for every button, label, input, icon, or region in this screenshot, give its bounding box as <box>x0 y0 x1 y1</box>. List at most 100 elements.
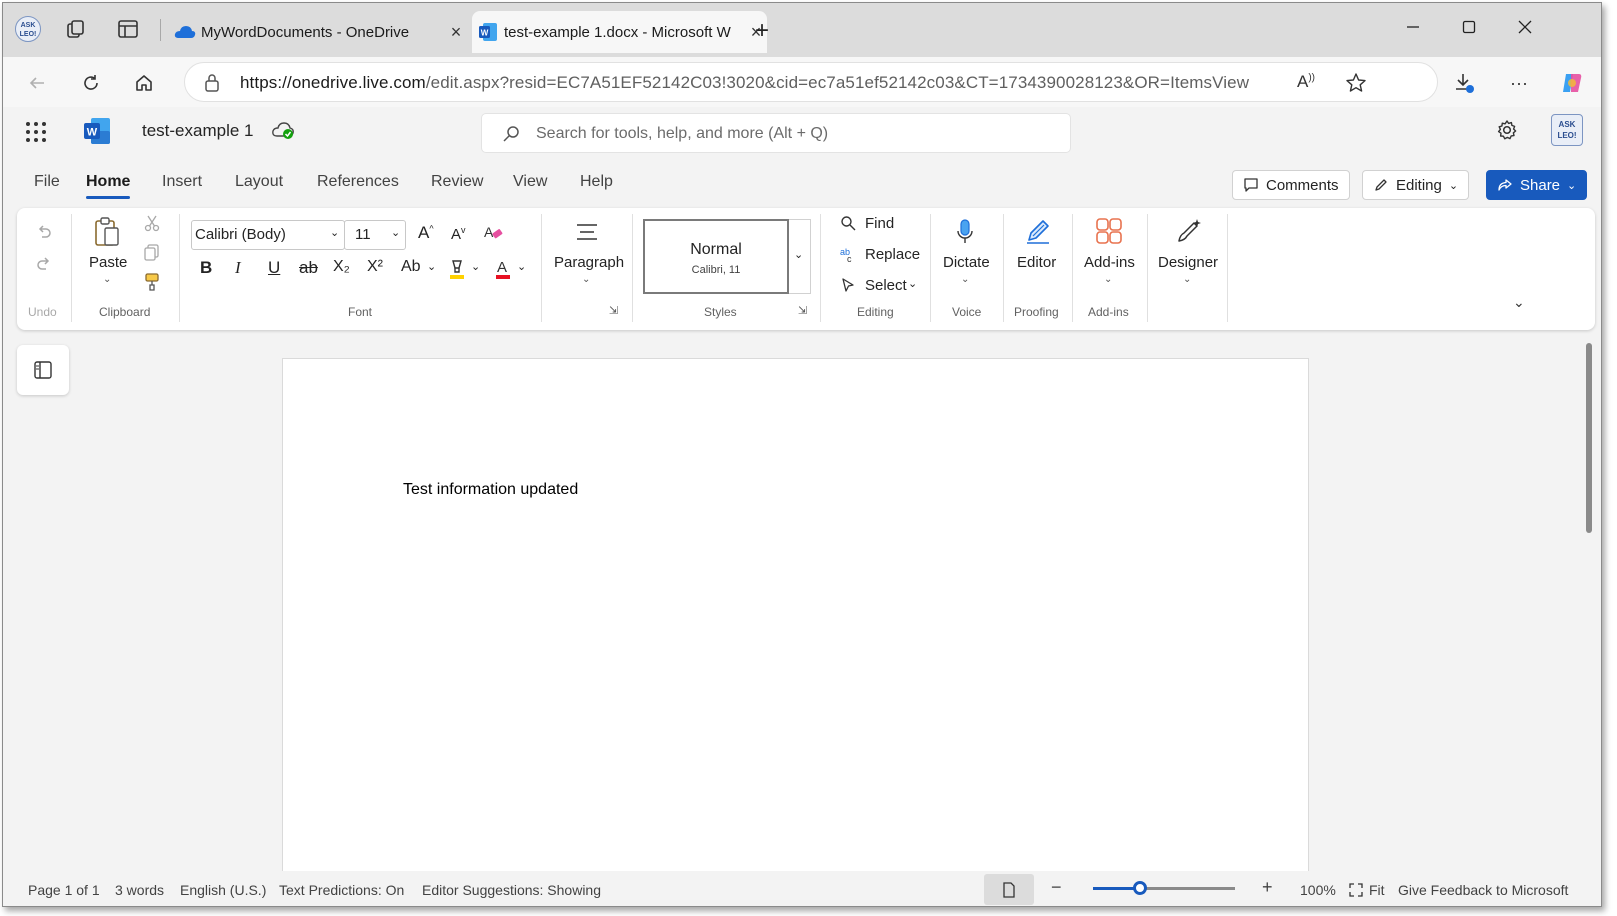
search-box[interactable]: Search for tools, help, and more (Alt + … <box>481 113 1071 153</box>
zoom-in-icon[interactable]: + <box>1262 877 1273 898</box>
copilot-icon[interactable] <box>1556 67 1588 99</box>
workspaces-icon[interactable] <box>65 18 87 40</box>
tab-insert[interactable]: Insert <box>162 173 202 191</box>
chevron-down-icon[interactable]: ⌄ <box>908 277 917 290</box>
app-launcher-icon[interactable] <box>25 121 47 143</box>
close-tab-icon[interactable]: × <box>445 22 467 43</box>
replace-icon[interactable]: ab c <box>840 246 856 262</box>
font-name-dropdown[interactable]: Calibri (Body) ⌄ <box>191 220 345 250</box>
addins-label[interactable]: Add-ins <box>1084 254 1135 271</box>
strikethrough-button[interactable]: ab <box>299 258 318 278</box>
zoom-out-icon[interactable]: − <box>1051 877 1062 898</box>
fit-icon[interactable] <box>1348 882 1364 898</box>
tab-layout[interactable]: Layout <box>235 173 283 191</box>
font-color-icon[interactable]: A <box>493 258 513 280</box>
tab-view[interactable]: View <box>513 173 547 191</box>
chevron-down-icon[interactable]: ⌄ <box>517 260 526 273</box>
tab-home[interactable]: Home <box>86 173 131 199</box>
close-window-icon[interactable] <box>1497 3 1553 51</box>
document-body-text[interactable]: Test information updated <box>403 481 578 499</box>
zoom-slider-thumb[interactable] <box>1133 881 1147 895</box>
chevron-down-icon[interactable]: ⌄ <box>1183 274 1191 285</box>
chevron-down-icon[interactable]: ⌄ <box>582 274 590 285</box>
paragraph-label[interactable]: Paragraph <box>554 254 624 271</box>
editor-pen-icon[interactable] <box>1023 216 1053 246</box>
editor-suggestions-status[interactable]: Editor Suggestions: Showing <box>422 882 601 898</box>
underline-button[interactable]: U <box>268 258 280 278</box>
navigation-pane-button[interactable] <box>17 345 69 395</box>
read-aloud-icon[interactable]: A)) <box>1297 72 1315 92</box>
ribbon-expand-chevron-icon[interactable]: ⌄ <box>1513 294 1525 311</box>
redo-icon[interactable] <box>35 254 53 272</box>
addins-grid-icon[interactable] <box>1095 217 1123 245</box>
italic-button[interactable]: I <box>235 258 241 278</box>
superscript-button[interactable]: X² <box>367 258 383 276</box>
chevron-down-icon[interactable]: ⌄ <box>1104 274 1112 285</box>
find-search-icon[interactable] <box>840 215 856 231</box>
grow-font-icon[interactable]: A^ <box>418 223 434 243</box>
designer-label[interactable]: Designer <box>1158 254 1218 271</box>
dictate-label[interactable]: Dictate <box>943 254 990 271</box>
document-title[interactable]: test-example 1 <box>142 121 254 141</box>
word-count[interactable]: 3 words <box>115 882 164 898</box>
subscript-button[interactable]: X₂ <box>333 258 350 276</box>
highlight-color-icon[interactable] <box>447 258 467 280</box>
document-page[interactable]: Test information updated <box>282 358 1309 878</box>
favorite-star-icon[interactable] <box>1345 72 1367 94</box>
home-icon[interactable] <box>128 67 160 99</box>
bold-button[interactable]: B <box>200 258 212 278</box>
paragraph-icon[interactable] <box>575 222 599 242</box>
format-painter-icon[interactable] <box>143 272 161 292</box>
maximize-icon[interactable] <box>1441 3 1497 51</box>
back-arrow-icon[interactable] <box>21 67 53 99</box>
font-size-dropdown[interactable]: 11 ⌄ <box>344 220 406 250</box>
tab-onedrive[interactable]: MyWordDocuments - OneDrive × <box>169 11 467 53</box>
microphone-icon[interactable] <box>955 218 975 246</box>
text-predictions-status[interactable]: Text Predictions: On <box>279 882 404 898</box>
select-label[interactable]: Select <box>865 277 907 294</box>
style-normal-card[interactable]: Normal Calibri, 11 <box>643 219 789 294</box>
change-case-button[interactable]: Ab <box>401 258 421 276</box>
tab-review[interactable]: Review <box>431 173 483 191</box>
clear-formatting-icon[interactable]: A <box>483 223 505 243</box>
user-avatar[interactable]: ASK LEO! <box>1551 114 1583 146</box>
url-text[interactable]: https://onedrive.live.com/edit.aspx?resi… <box>240 73 1249 93</box>
lock-icon[interactable] <box>203 73 221 93</box>
new-tab-icon[interactable]: + <box>755 17 769 45</box>
language-indicator[interactable]: English (U.S.) <box>180 882 266 898</box>
chevron-down-icon[interactable]: ⌄ <box>103 274 111 285</box>
shrink-font-icon[interactable]: Av <box>451 225 466 243</box>
paste-label[interactable]: Paste <box>89 254 127 271</box>
chevron-down-icon[interactable]: ⌄ <box>471 260 480 273</box>
comments-button[interactable]: Comments <box>1232 170 1350 200</box>
address-bar[interactable]: https://onedrive.live.com/edit.aspx?resi… <box>184 62 1438 102</box>
replace-label[interactable]: Replace <box>865 246 920 263</box>
share-button[interactable]: Share ⌄ <box>1486 170 1588 200</box>
select-cursor-icon[interactable] <box>840 277 856 293</box>
undo-icon[interactable] <box>35 222 53 240</box>
minimize-icon[interactable] <box>1385 3 1441 51</box>
designer-brush-icon[interactable] <box>1174 216 1204 246</box>
downloads-icon[interactable] <box>1448 67 1480 99</box>
feedback-link[interactable]: Give Feedback to Microsoft <box>1398 882 1568 898</box>
profile-avatar[interactable]: ASK LEO! <box>15 16 41 42</box>
dialog-launcher-icon[interactable]: ⇲ <box>609 304 618 317</box>
word-logo-icon[interactable]: W <box>83 117 111 145</box>
tab-file[interactable]: File <box>34 173 60 191</box>
zoom-percentage[interactable]: 100% <box>1300 882 1336 898</box>
paste-icon[interactable] <box>93 216 121 248</box>
more-options-icon[interactable]: ··· <box>1503 67 1535 99</box>
chevron-down-icon[interactable]: ⌄ <box>794 248 803 261</box>
find-label[interactable]: Find <box>865 215 894 232</box>
vertical-tabs-icon[interactable] <box>117 18 139 40</box>
editing-mode-button[interactable]: Editing ⌄ <box>1362 170 1470 200</box>
dialog-launcher-icon[interactable]: ⇲ <box>798 304 807 317</box>
vertical-scrollbar[interactable] <box>1586 343 1592 533</box>
refresh-icon[interactable] <box>75 67 107 99</box>
zoom-slider-track[interactable] <box>1093 881 1235 895</box>
fit-label[interactable]: Fit <box>1369 882 1385 898</box>
tab-word-document[interactable]: W test-example 1.docx - Microsoft W × <box>472 11 767 53</box>
saved-cloud-icon[interactable] <box>271 120 295 140</box>
print-layout-button[interactable] <box>984 874 1034 905</box>
chevron-down-icon[interactable]: ⌄ <box>427 260 436 273</box>
